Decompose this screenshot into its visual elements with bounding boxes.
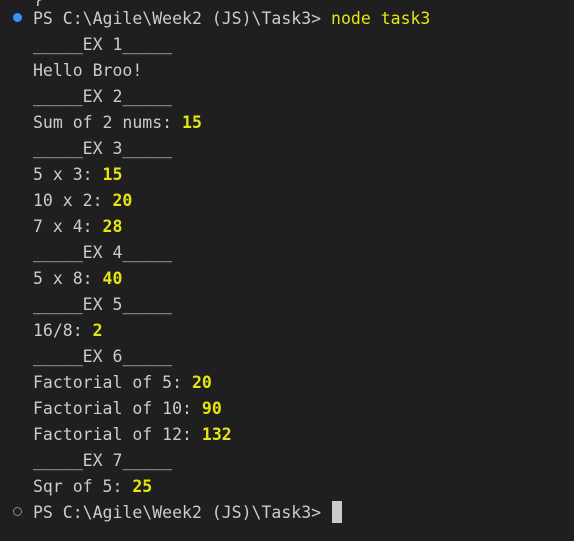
command-text: node task3	[331, 9, 431, 28]
output-value: 15	[182, 113, 202, 132]
text-cursor	[332, 501, 343, 523]
output-label: _____EX 1_____	[33, 35, 173, 54]
input-prompt-line[interactable]: PS C:\Agile\Week2 (JS)\Task3>	[33, 500, 343, 526]
output-label: 16/8:	[33, 321, 93, 340]
output-value: 20	[191, 373, 212, 392]
output-label: _____EX 4_____	[33, 243, 173, 262]
output-value: 25	[132, 477, 153, 496]
output-value: 2	[92, 321, 103, 340]
output-label: _____EX 2_____	[33, 87, 173, 106]
output-line: Factorial of 12: 132	[33, 422, 232, 448]
output-label: Hello Broo!	[33, 61, 143, 80]
output-value: 40	[102, 269, 123, 288]
output-label: Factorial of 10:	[33, 399, 202, 418]
command-idle-dot-icon[interactable]	[13, 507, 22, 516]
output-label: 5 x 8:	[33, 269, 103, 288]
output-value: 20	[112, 191, 133, 210]
output-value: 90	[201, 399, 222, 418]
output-label: 5 x 3:	[33, 165, 103, 184]
output-line: Sqr of 5: 25	[33, 474, 152, 500]
output-line: Factorial of 5: 20	[33, 370, 212, 396]
output-label: _____EX 7_____	[33, 451, 173, 470]
output-line: 5 x 8: 40	[33, 266, 122, 292]
output-line: Factorial of 10: 90	[33, 396, 222, 422]
output-line: _____EX 2_____	[33, 84, 172, 110]
output-label: _____EX 6_____	[33, 347, 173, 366]
output-label: 7 x 4:	[33, 217, 103, 236]
final-prompt-text: PS C:\Agile\Week2 (JS)\Task3>	[33, 503, 322, 522]
output-value: 132	[201, 425, 232, 444]
output-label: _____EX 5_____	[33, 295, 173, 314]
output-line: _____EX 3_____	[33, 136, 172, 162]
output-line: 7 x 4: 28	[33, 214, 122, 240]
terminal-panel[interactable]: } PS C:\Agile\Week2 (JS)\Task3> node tas…	[0, 0, 574, 541]
output-line: _____EX 7_____	[33, 448, 172, 474]
output-label: _____EX 3_____	[33, 139, 173, 158]
output-line: _____EX 4_____	[33, 240, 172, 266]
output-line: 16/8: 2	[33, 318, 103, 344]
output-label: 10 x 2:	[33, 191, 113, 210]
output-line: _____EX 6_____	[33, 344, 172, 370]
command-status-dot-icon[interactable]	[13, 13, 22, 22]
output-label: Factorial of 12:	[33, 425, 202, 444]
output-label: Sqr of 5:	[33, 477, 133, 496]
output-line: _____EX 1_____	[33, 32, 172, 58]
prompt-text: PS C:\Agile\Week2 (JS)\Task3>	[33, 9, 322, 28]
output-value: 15	[102, 165, 123, 184]
output-line: Sum of 2 nums: 15	[33, 110, 202, 136]
output-label: Sum of 2 nums:	[33, 113, 183, 132]
output-label: Factorial of 5:	[33, 373, 192, 392]
command-line: PS C:\Agile\Week2 (JS)\Task3> node task3	[33, 6, 430, 32]
output-line: 5 x 3: 15	[33, 162, 122, 188]
output-line: _____EX 5_____	[33, 292, 172, 318]
output-value: 28	[102, 217, 123, 236]
output-line: 10 x 2: 20	[33, 188, 132, 214]
output-line: Hello Broo!	[33, 58, 142, 84]
